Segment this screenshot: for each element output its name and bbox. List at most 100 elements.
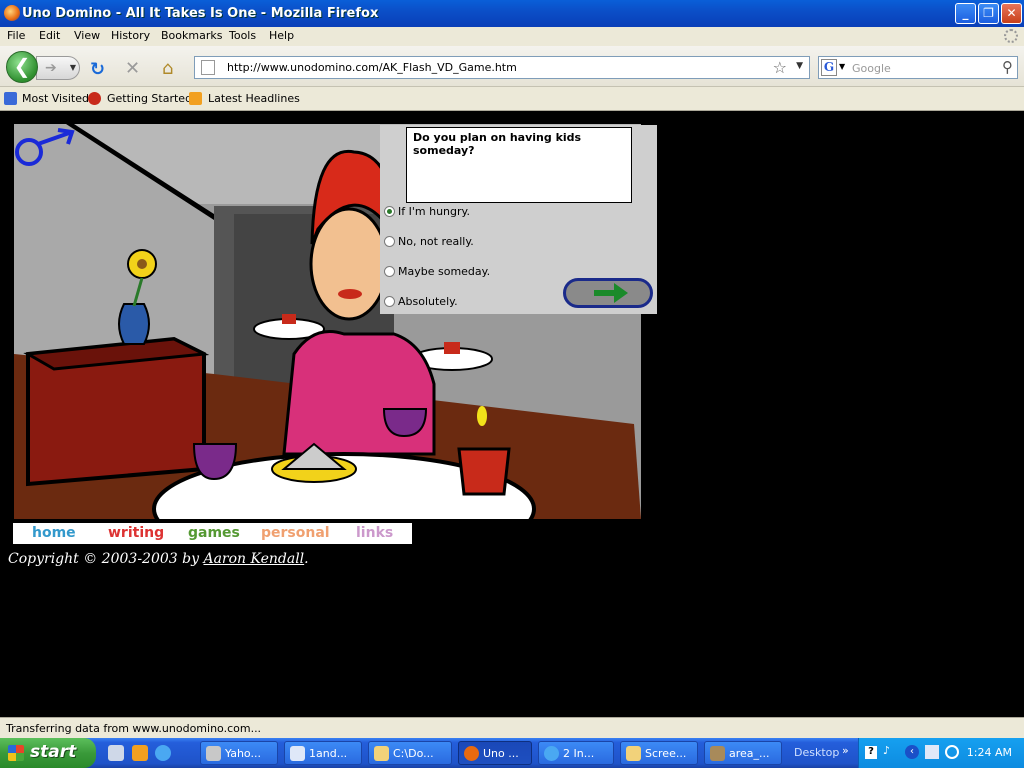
bookmark-star-icon[interactable]: ☆ [773,58,787,77]
url-dropdown-icon[interactable]: ▼ [796,61,803,71]
radio-button[interactable] [384,236,395,247]
windows-logo-icon [8,745,24,761]
url-text[interactable]: http://www.unodomino.com/AK_Flash_VD_Gam… [227,61,517,74]
engine-dropdown-icon[interactable]: ▼ [839,62,845,71]
bookmark-most-visited[interactable]: Most Visited [22,92,89,105]
search-box[interactable]: G ▼ Google ⚲ [818,56,1018,79]
answer-option-4[interactable]: Absolutely. [384,295,458,308]
paint-task-icon [710,746,725,761]
answer-label[interactable]: No, not really. [398,235,474,248]
menu-bar: File Edit View History Bookmarks Tools H… [0,27,1024,46]
task-label: Uno ... [483,747,519,760]
start-button[interactable]: start [0,738,96,768]
minimize-button[interactable]: _ [955,3,976,24]
navigation-toolbar: ➔ ▼ ❮ ↻ ✕ ⌂ http://www.unodomino.com/AK_F… [0,46,1024,87]
answer-label[interactable]: Maybe someday. [398,265,490,278]
menu-help[interactable]: Help [269,29,294,42]
folder-task-icon [626,746,641,761]
task-screenshots[interactable]: Scree... [620,741,698,765]
answer-label[interactable]: If I'm hungry. [398,205,470,218]
quicklaunch-desktop-icon[interactable] [108,745,124,761]
task-label: Yaho... [225,747,261,760]
page-icon [201,60,215,75]
nav-link-games[interactable]: games [188,525,240,541]
radio-button[interactable] [384,266,395,277]
system-tray: ? ♪ ‹ 1:24 AM [858,738,1024,768]
status-text: Transferring data from www.unodomino.com… [6,722,262,735]
answer-option-3[interactable]: Maybe someday. [384,265,490,278]
tray-app-icon[interactable] [945,745,959,759]
task-label: C:\Do... [393,747,434,760]
task-yahoo[interactable]: Yaho... [200,741,278,765]
ie-task-icon [544,746,559,761]
desktop-toolbar-label[interactable]: Desktop [794,746,839,759]
answer-option-2[interactable]: No, not really. [384,235,474,248]
status-bar: Transferring data from www.unodomino.com… [0,717,1024,738]
toolbar-overflow-icon[interactable]: » [842,744,849,757]
firefox-icon [4,5,20,21]
google-engine-icon[interactable]: G [821,59,837,76]
back-button[interactable]: ❮ [6,51,38,83]
menu-file[interactable]: File [7,29,25,42]
maximize-button[interactable]: ❐ [978,3,999,24]
speaker-icon[interactable]: ♪ [883,744,890,757]
question-text: Do you plan on having kids someday? [406,127,632,203]
nav-link-links[interactable]: links [356,525,393,541]
bookmark-latest-headlines[interactable]: Latest Headlines [208,92,300,105]
folder-task-icon [374,746,389,761]
close-button[interactable]: ✕ [1001,3,1022,24]
nav-link-personal[interactable]: personal [261,525,330,541]
forward-button[interactable]: ➔ ▼ [36,56,80,80]
next-question-button[interactable] [563,278,653,308]
rss-feed-icon [189,92,202,105]
quicklaunch-messenger-icon[interactable] [132,745,148,761]
task-c-drive[interactable]: C:\Do... [368,741,452,765]
most-visited-icon [4,92,17,105]
throbber-icon [1004,29,1018,43]
answer-option-1[interactable]: If I'm hungry. [384,205,470,218]
radio-button-selected[interactable] [384,206,395,217]
site-navigation: home writing games personal links [13,523,412,544]
window-title-bar: Uno Domino - All It Takes Is One - Mozil… [0,0,1024,27]
answer-label[interactable]: Absolutely. [398,295,458,308]
task-label: area_... [729,747,770,760]
task-uno-domino[interactable]: Uno ... [458,741,532,765]
search-placeholder[interactable]: Google [852,62,891,75]
home-button[interactable]: ⌂ [162,58,173,79]
history-dropdown-icon[interactable]: ▼ [70,57,76,79]
network-icon[interactable] [925,745,939,759]
task-2-internet[interactable]: 2 In... [538,741,614,765]
address-bar[interactable]: http://www.unodomino.com/AK_Flash_VD_Gam… [194,56,810,79]
task-label: 1and... [309,747,348,760]
menu-edit[interactable]: Edit [39,29,60,42]
clock[interactable]: 1:24 AM [967,746,1012,759]
start-label[interactable]: start [30,742,76,762]
author-link[interactable]: Aaron Kendall [203,551,304,567]
bookmark-getting-started[interactable]: Getting Started [107,92,192,105]
quicklaunch-ie-icon[interactable] [155,745,171,761]
show-hidden-icons-icon[interactable]: ‹ [905,745,919,759]
menu-bookmarks[interactable]: Bookmarks [161,29,222,42]
nav-link-writing[interactable]: writing [108,525,164,541]
task-label: Scree... [645,747,687,760]
menu-history[interactable]: History [111,29,150,42]
menu-tools[interactable]: Tools [229,29,256,42]
menu-view[interactable]: View [74,29,100,42]
task-label: 2 In... [563,747,595,760]
firefox-task-icon [206,746,221,761]
search-icon[interactable]: ⚲ [1002,58,1013,76]
stop-button[interactable]: ✕ [125,58,140,79]
getting-started-icon [88,92,101,105]
reload-button[interactable]: ↻ [90,59,105,80]
copyright-notice: Copyright © 2003-2003 by Aaron Kendall. [8,551,309,567]
task-area[interactable]: area_... [704,741,782,765]
bookmarks-toolbar: Most Visited Getting Started Latest Head… [0,87,1024,111]
copyright-prefix: Copyright © 2003-2003 by [8,551,204,567]
document-task-icon [290,746,305,761]
help-icon[interactable]: ? [865,746,877,759]
radio-button[interactable] [384,296,395,307]
right-arrow-icon [594,283,628,303]
copyright-suffix: . [304,551,309,567]
task-1and[interactable]: 1and... [284,741,362,765]
nav-link-home[interactable]: home [32,525,76,541]
